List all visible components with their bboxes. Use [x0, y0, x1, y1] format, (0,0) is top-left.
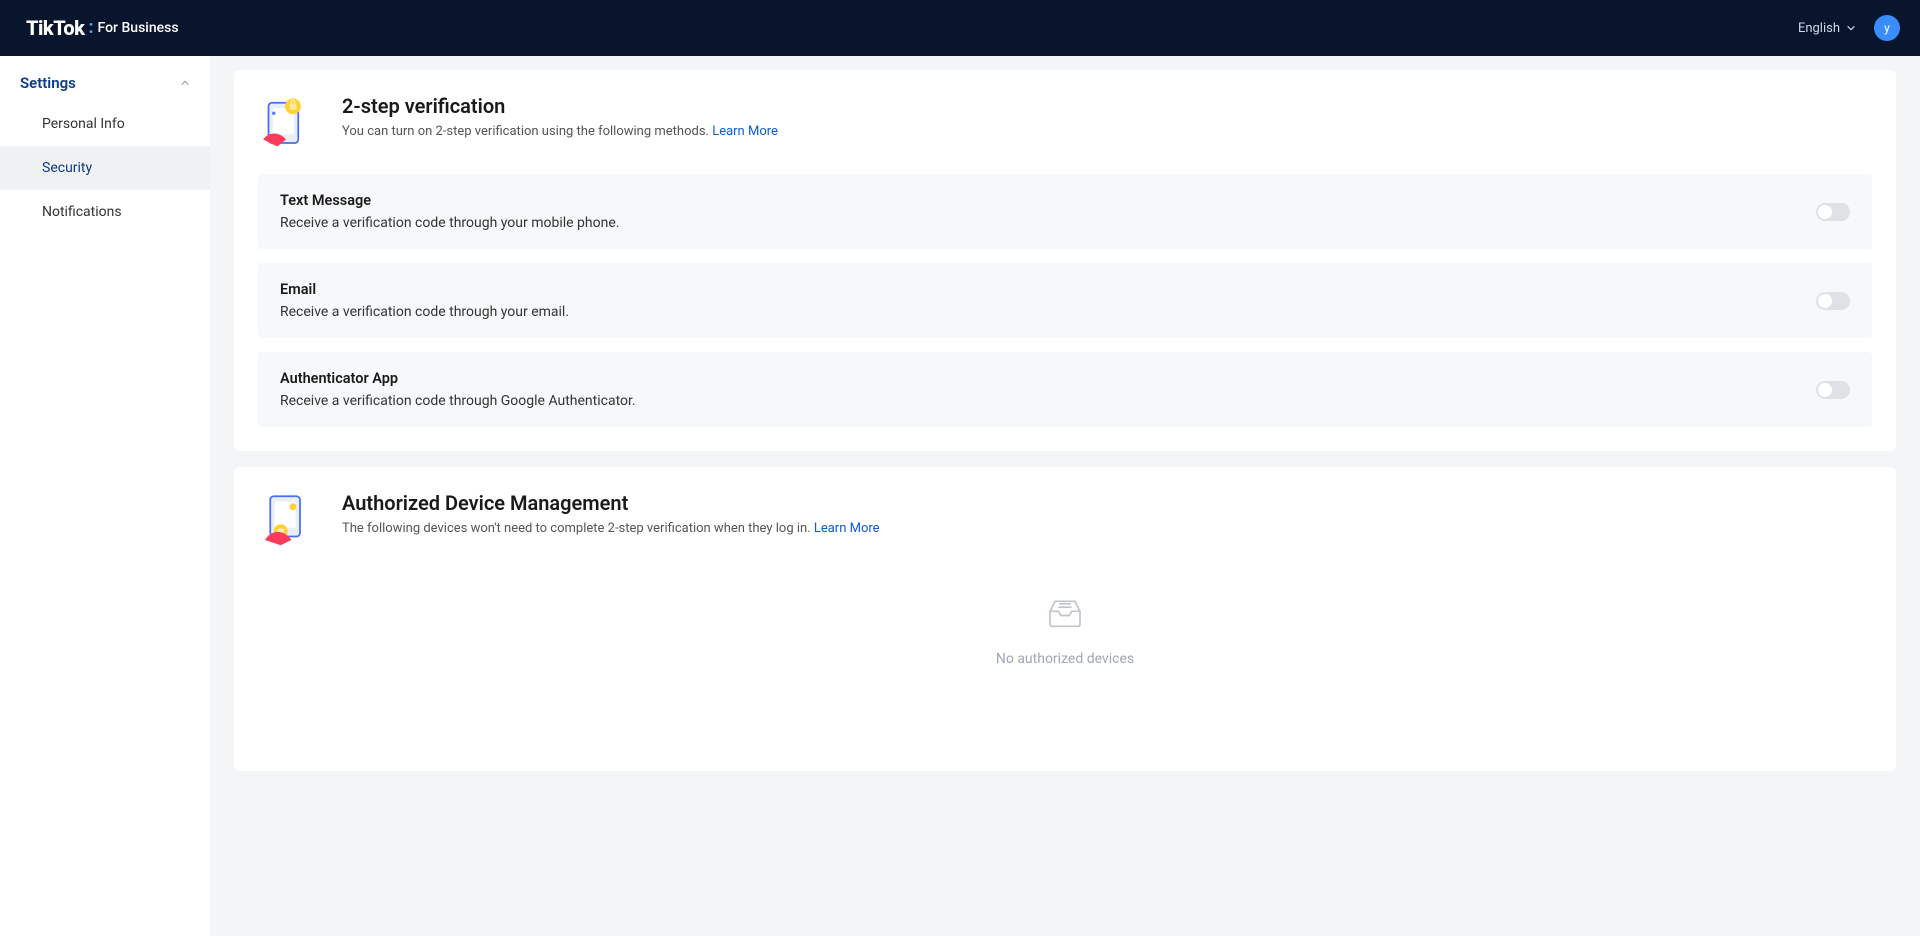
- toggle-email[interactable]: [1816, 292, 1850, 310]
- two-step-desc: You can turn on 2-step verification usin…: [342, 124, 778, 139]
- method-desc: Receive a verification code through Goog…: [280, 393, 636, 409]
- avatar-initial: y: [1884, 21, 1890, 35]
- method-info: Text Message Receive a verification code…: [280, 192, 619, 231]
- method-authenticator: Authenticator App Receive a verification…: [258, 352, 1872, 427]
- method-desc: Receive a verification code through your…: [280, 304, 569, 320]
- chevron-up-icon: [180, 78, 190, 88]
- two-step-card: 2-step verification You can turn on 2-st…: [234, 70, 1896, 451]
- devices-learn-more-link[interactable]: Learn More: [814, 521, 880, 536]
- two-step-illustration-icon: [258, 94, 314, 150]
- method-text-message: Text Message Receive a verification code…: [258, 174, 1872, 249]
- method-info: Authenticator App Receive a verification…: [280, 370, 636, 409]
- two-step-desc-text: You can turn on 2-step verification usin…: [342, 124, 712, 139]
- method-email: Email Receive a verification code throug…: [258, 263, 1872, 338]
- logo-sub: For Business: [98, 20, 179, 36]
- chevron-down-icon: [1846, 23, 1856, 33]
- sidebar-item-label: Personal Info: [42, 116, 125, 132]
- devices-header: Authorized Device Management The followi…: [258, 491, 1872, 547]
- sidebar: Settings Personal Info Security Notifica…: [0, 56, 210, 936]
- two-step-title: 2-step verification: [342, 94, 778, 118]
- sidebar-item-personal-info[interactable]: Personal Info: [0, 102, 210, 146]
- toggle-text-message[interactable]: [1816, 203, 1850, 221]
- two-step-header: 2-step verification You can turn on 2-st…: [258, 94, 1872, 150]
- method-desc: Receive a verification code through your…: [280, 215, 619, 231]
- method-title: Authenticator App: [280, 370, 636, 387]
- sidebar-section-settings[interactable]: Settings: [0, 56, 210, 102]
- sidebar-items: Personal Info Security Notifications: [0, 102, 210, 234]
- main-content: 2-step verification You can turn on 2-st…: [210, 56, 1920, 936]
- logo-separator: :: [88, 17, 93, 38]
- devices-illustration-icon: [258, 491, 314, 547]
- two-step-header-text: 2-step verification You can turn on 2-st…: [342, 94, 778, 139]
- sidebar-item-security[interactable]: Security: [0, 146, 210, 190]
- sidebar-item-label: Notifications: [42, 204, 122, 220]
- logo-main: TikTok: [26, 16, 84, 40]
- devices-card: Authorized Device Management The followi…: [234, 467, 1896, 771]
- sidebar-title-label: Settings: [20, 74, 76, 92]
- two-step-learn-more-link[interactable]: Learn More: [712, 124, 778, 139]
- devices-title: Authorized Device Management: [342, 491, 880, 515]
- sidebar-item-label: Security: [42, 160, 92, 176]
- devices-desc-text: The following devices won't need to comp…: [342, 521, 814, 536]
- devices-header-text: Authorized Device Management The followi…: [342, 491, 880, 536]
- header-right: English y: [1798, 15, 1900, 41]
- language-label: English: [1798, 21, 1840, 36]
- toggle-authenticator[interactable]: [1816, 381, 1850, 399]
- devices-empty-text: No authorized devices: [258, 651, 1872, 667]
- devices-empty-state: No authorized devices: [258, 555, 1872, 747]
- devices-desc: The following devices won't need to comp…: [342, 521, 880, 536]
- inbox-empty-icon: [1045, 595, 1085, 631]
- brand-logo[interactable]: TikTok : For Business: [26, 16, 179, 40]
- language-selector[interactable]: English: [1798, 21, 1856, 36]
- method-title: Text Message: [280, 192, 619, 209]
- top-header: TikTok : For Business English y: [0, 0, 1920, 56]
- sidebar-item-notifications[interactable]: Notifications: [0, 190, 210, 234]
- user-avatar[interactable]: y: [1874, 15, 1900, 41]
- method-title: Email: [280, 281, 569, 298]
- method-info: Email Receive a verification code throug…: [280, 281, 569, 320]
